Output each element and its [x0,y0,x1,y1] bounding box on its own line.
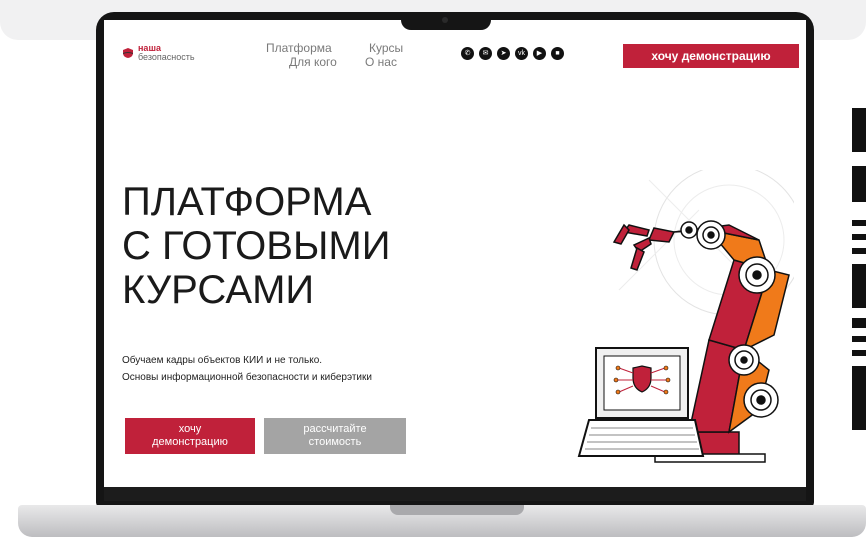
nav-item-platform[interactable]: Платформа [266,42,332,55]
hero-title-line: ПЛАТФОРМА [122,180,372,224]
laptop-base-notch [390,505,524,515]
logo-mark-icon [123,48,133,58]
video-icon[interactable]: ▶ [533,47,546,60]
vk-icon[interactable]: vk [515,47,528,60]
screen-bezel-bottom [104,487,806,501]
demo-button-label: хочу [178,423,202,435]
calculate-cost-label: стоимость [308,436,362,448]
laptop-screen: наша безопасность Платформа Курсы Для ко… [104,20,806,487]
side-decoration [852,108,866,430]
calculate-cost-label: рассчитайте [303,423,367,435]
hero-subtitle: Обучаем кадры объектов КИИ и не только. … [122,352,422,386]
robot-arm-illustration [577,170,794,463]
calculate-cost-button[interactable]: рассчитайте стоимость [264,418,406,454]
header-demo-button[interactable]: хочу демонстрацию [623,44,799,68]
site-logo[interactable]: наша безопасность [122,44,195,62]
social-links: ✆ ✉ ➤ vk ▶ ■ [461,47,564,60]
logo-line-2: безопасность [138,52,195,62]
demo-button-label: демонстрацию [152,436,228,448]
nav-item-about[interactable]: О нас [365,56,397,69]
nav-item-audience[interactable]: Для кого [289,56,337,69]
nav-item-courses[interactable]: Курсы [369,42,403,55]
hero-title-line: КУРСАМИ [122,268,315,312]
logo-text: наша безопасность [138,44,195,62]
mail-icon[interactable]: ✉ [479,47,492,60]
hero-title-line: С ГОТОВЫМИ [122,224,391,268]
telegram-icon[interactable]: ➤ [497,47,510,60]
phone-icon[interactable]: ✆ [461,47,474,60]
hero-subtitle-line: Основы информационной безопасности и киб… [122,372,372,383]
hero-subtitle-line: Обучаем кадры объектов КИИ и не только. [122,355,323,366]
demo-button[interactable]: хочу демонстрацию [125,418,255,454]
hero-title: ПЛАТФОРМА С ГОТОВЫМИ КУРСАМИ [122,180,462,312]
media-icon[interactable]: ■ [551,47,564,60]
camera-icon [442,17,448,23]
